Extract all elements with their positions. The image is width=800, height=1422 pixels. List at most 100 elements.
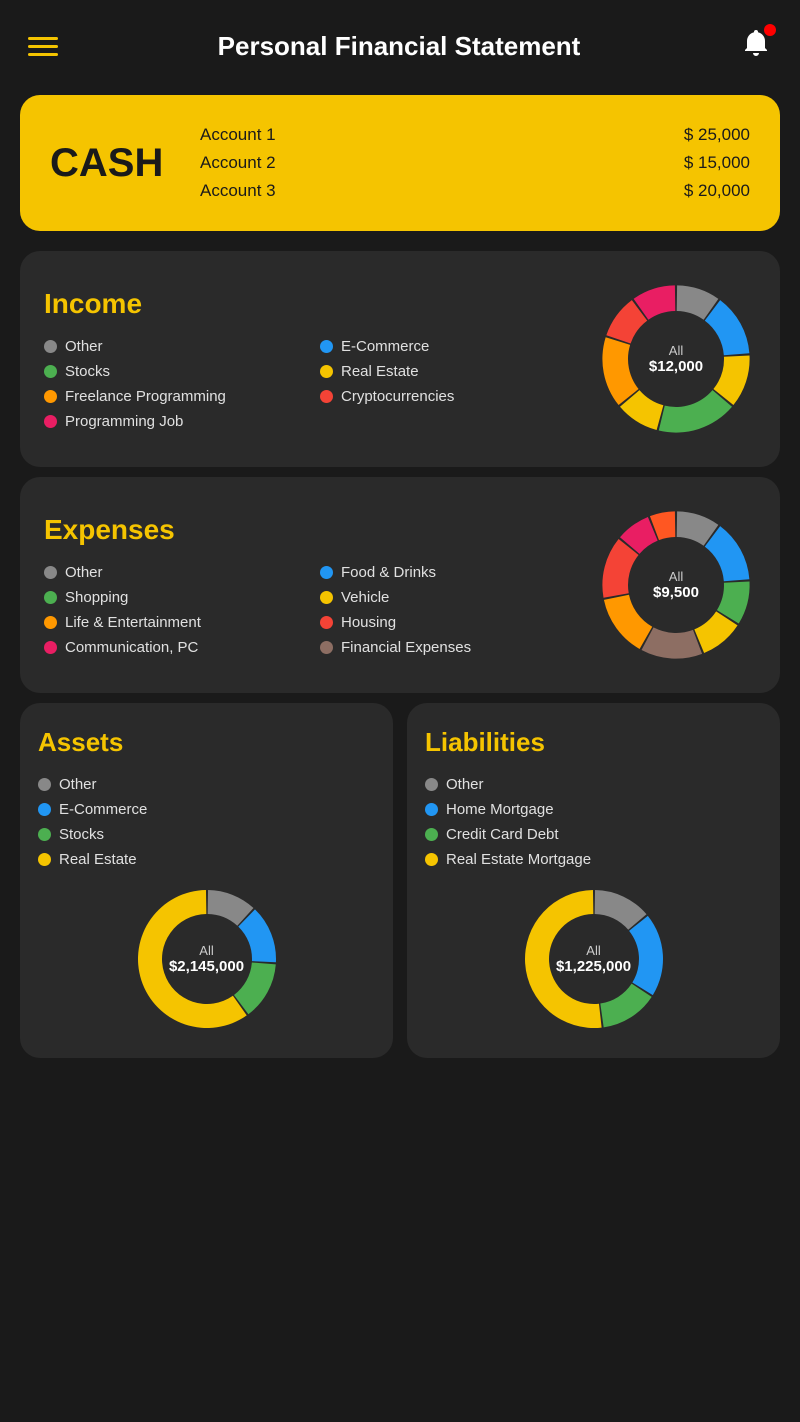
expenses-section: Expenses Other Food & Drinks Shopping Vehic… [20,477,780,693]
income-chart-value: $12,000 [649,358,703,375]
legend-item: Housing [320,614,586,631]
legend-item: Real Estate [320,363,586,380]
income-legend: Other E-Commerce Stocks Real Estate Freelanc… [44,338,586,430]
income-chart-label: All [649,343,703,358]
expenses-chart-value: $9,500 [653,584,699,601]
legend-item: Stocks [44,363,310,380]
liabilities-chart-value: $1,225,000 [556,958,631,975]
expenses-legend: Other Food & Drinks Shopping Vehicle Life & … [44,564,586,656]
legend-item: Financial Expenses [320,639,586,656]
legend-label: Financial Expenses [341,639,471,656]
legend-label: Real Estate Mortgage [446,851,591,868]
legend-item: Other [44,564,310,581]
legend-item: Other [425,776,591,793]
legend-dot [320,566,333,579]
legend-label: Other [446,776,484,793]
legend-label: Stocks [65,363,110,380]
legend-dot [44,641,57,654]
legend-label: Other [59,776,97,793]
legend-label: Home Mortgage [446,801,554,818]
legend-label: Cryptocurrencies [341,388,454,405]
legend-dot [320,591,333,604]
liabilities-chart[interactable]: All $1,225,000 [519,884,669,1034]
legend-label: Life & Entertainment [65,614,201,631]
legend-dot [38,803,51,816]
expenses-title: Expenses [44,514,586,546]
legend-label: Communication, PC [65,639,198,656]
legend-label: E-Commerce [341,338,429,355]
income-left: Income Other E-Commerce Stocks Real Estate F… [44,288,586,430]
cash-label: CASH [50,141,170,186]
legend-label: Programming Job [65,413,183,430]
income-chart[interactable]: All $12,000 [596,279,756,439]
legend-item: Shopping [44,589,310,606]
cash-account-name: Account 3 [200,181,276,201]
legend-dot [38,778,51,791]
liabilities-chart-label: All [556,943,631,958]
legend-label: Real Estate [59,851,137,868]
legend-label: Credit Card Debt [446,826,559,843]
legend-dot [425,803,438,816]
legend-dot [320,641,333,654]
legend-item: Stocks [38,826,147,843]
cash-account-row: Account 3 $ 20,000 [200,181,750,201]
legend-label: Stocks [59,826,104,843]
legend-label: Vehicle [341,589,389,606]
legend-label: Housing [341,614,396,631]
legend-item: Other [38,776,147,793]
bottom-row: Assets Other E-Commerce Stocks Real Estate … [20,703,780,1058]
legend-item: Freelance Programming [44,388,310,405]
expenses-chart-label: All [653,569,699,584]
legend-label: Real Estate [341,363,419,380]
cash-account-row: Account 1 $ 25,000 [200,125,750,145]
legend-dot [44,415,57,428]
page-title: Personal Financial Statement [58,31,740,62]
legend-label: Shopping [65,589,128,606]
notification-badge [764,24,776,36]
assets-legend: Other E-Commerce Stocks Real Estate [38,776,147,868]
liabilities-title: Liabilities [425,727,545,758]
legend-item: E-Commerce [38,801,147,818]
cash-account-value: $ 20,000 [684,181,750,201]
legend-dot [44,340,57,353]
legend-item: Communication, PC [44,639,310,656]
cash-card: CASH Account 1$ 25,000Account 2$ 15,000A… [20,95,780,231]
income-section: Income Other E-Commerce Stocks Real Estate F… [20,251,780,467]
legend-dot [44,566,57,579]
income-chart-center: All $12,000 [649,343,703,375]
income-title: Income [44,288,586,320]
legend-dot [320,365,333,378]
legend-item: E-Commerce [320,338,586,355]
legend-item: Other [44,338,310,355]
expenses-chart[interactable]: All $9,500 [596,505,756,665]
legend-label: E-Commerce [59,801,147,818]
legend-label: Food & Drinks [341,564,436,581]
cash-account-value: $ 25,000 [684,125,750,145]
assets-title: Assets [38,727,123,758]
legend-dot [320,390,333,403]
legend-dot [44,616,57,629]
assets-chart[interactable]: All $2,145,000 [132,884,282,1034]
assets-chart-value: $2,145,000 [169,958,244,975]
legend-item: Programming Job [44,413,310,430]
cash-account-name: Account 2 [200,153,276,173]
cash-account-row: Account 2$ 15,000 [200,153,750,173]
expenses-chart-center: All $9,500 [653,569,699,601]
liabilities-section: Liabilities Other Home Mortgage Credit Car… [407,703,780,1058]
legend-dot [425,853,438,866]
legend-item: Real Estate [38,851,147,868]
liabilities-chart-center: All $1,225,000 [556,943,631,975]
menu-button[interactable] [28,37,58,56]
legend-item: Cryptocurrencies [320,388,586,405]
legend-item: Food & Drinks [320,564,586,581]
legend-dot [425,778,438,791]
assets-chart-center: All $2,145,000 [169,943,244,975]
legend-dot [320,616,333,629]
legend-item: Real Estate Mortgage [425,851,591,868]
legend-label: Freelance Programming [65,388,226,405]
notification-button[interactable] [740,28,772,65]
legend-item: Vehicle [320,589,586,606]
assets-chart-label: All [169,943,244,958]
cash-account-name: Account 1 [200,125,276,145]
liabilities-legend: Other Home Mortgage Credit Card Debt Real E… [425,776,591,868]
